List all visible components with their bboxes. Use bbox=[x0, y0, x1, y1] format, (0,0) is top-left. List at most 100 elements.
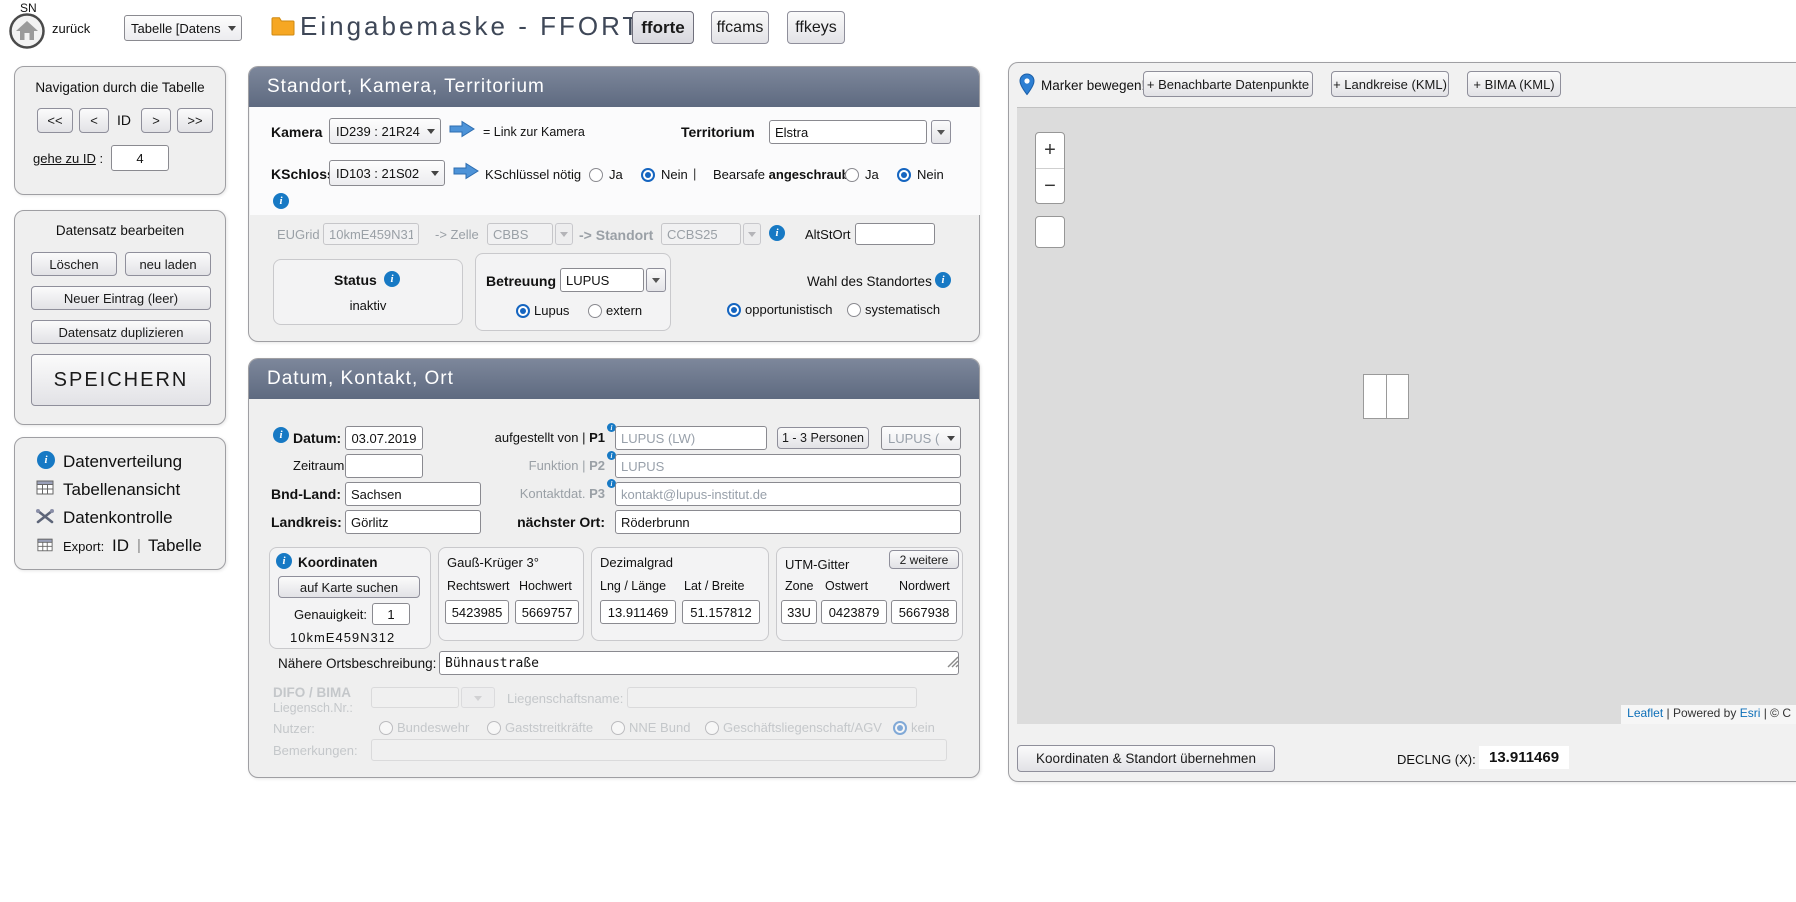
leaflet-link[interactable]: Leaflet bbox=[1627, 706, 1663, 720]
p2-input[interactable] bbox=[615, 454, 961, 478]
opportunistisch-radio[interactable] bbox=[727, 303, 741, 317]
beschreibung-input[interactable] bbox=[439, 651, 959, 675]
kschloss-label: KSchloss bbox=[271, 166, 335, 182]
app-tab-fforte[interactable]: fforte bbox=[632, 11, 694, 44]
zeitraum-input[interactable] bbox=[345, 454, 423, 478]
p1-select[interactable]: LUPUS (LW bbox=[881, 426, 961, 450]
genauigkeit-input[interactable] bbox=[372, 603, 410, 625]
p1-input[interactable] bbox=[615, 426, 767, 450]
betreuung-dropdown-button[interactable] bbox=[646, 268, 666, 292]
territorium-input[interactable] bbox=[769, 120, 927, 144]
map-marker-placeholder[interactable] bbox=[1363, 374, 1409, 419]
info-icon[interactable] bbox=[384, 271, 400, 287]
info-icon[interactable] bbox=[769, 225, 785, 241]
neighbors-button[interactable]: + Benachbarte Datenpunkte bbox=[1143, 71, 1313, 97]
rechtswert-input[interactable] bbox=[445, 600, 509, 624]
esri-link[interactable]: Esri bbox=[1740, 706, 1761, 720]
home-icon[interactable] bbox=[8, 12, 46, 55]
nordwert-input[interactable] bbox=[891, 600, 957, 624]
link-arrow-icon[interactable] bbox=[453, 162, 479, 185]
zone-input[interactable] bbox=[781, 600, 817, 624]
gaststreitkraefte-radio-label: Gaststreitkräfte bbox=[505, 720, 593, 735]
link-arrow-icon[interactable] bbox=[449, 120, 475, 143]
declng-label: DECLNG (X): bbox=[1397, 752, 1476, 767]
kschluessel-nein-radio[interactable] bbox=[641, 168, 655, 182]
hochwert-input[interactable] bbox=[515, 600, 579, 624]
info-icon[interactable] bbox=[273, 427, 289, 443]
hochwert-label: Hochwert bbox=[519, 579, 572, 593]
karte-suchen-button[interactable]: auf Karte suchen bbox=[278, 576, 420, 598]
goto-id-input[interactable] bbox=[111, 145, 169, 171]
altstort-input[interactable] bbox=[855, 223, 935, 245]
systematisch-radio[interactable] bbox=[847, 303, 861, 317]
goto-id-link[interactable]: gehe zu ID : bbox=[33, 151, 103, 166]
link-datenkontrolle[interactable]: Datenkontrolle bbox=[63, 508, 173, 528]
nav-prev-button[interactable]: < bbox=[79, 108, 109, 133]
attribution-text: | Powered by bbox=[1663, 706, 1740, 720]
new-entry-button[interactable]: Neuer Eintrag (leer) bbox=[31, 286, 211, 310]
kein-radio bbox=[893, 721, 907, 735]
nav-next-button[interactable]: > bbox=[141, 108, 171, 133]
kamera-select[interactable]: ID239 : 21R24 bbox=[329, 118, 441, 144]
page-title: Eingabemaske - FFORTE bbox=[300, 11, 662, 42]
ostwert-input[interactable] bbox=[821, 600, 887, 624]
goto-id-link-text[interactable]: gehe zu ID bbox=[33, 151, 96, 166]
info-icon[interactable] bbox=[276, 553, 292, 569]
extern-radio[interactable] bbox=[588, 304, 602, 318]
datum-input[interactable] bbox=[345, 426, 423, 450]
nav-last-button[interactable]: >> bbox=[177, 108, 213, 133]
utm-box: UTM-Gitter 2 weitere Zone Ostwert Nordwe… bbox=[776, 547, 963, 641]
zoom-out-button[interactable]: − bbox=[1036, 169, 1064, 203]
reload-button[interactable]: neu laden bbox=[125, 252, 211, 276]
table-select-value: Tabelle [Datens bbox=[131, 21, 221, 36]
app-tab-ffcams[interactable]: ffcams bbox=[711, 11, 769, 44]
dezimalgrad-title: Dezimalgrad bbox=[600, 555, 673, 570]
rechtswert-label: Rechtswert bbox=[447, 579, 510, 593]
back-link[interactable]: zurück bbox=[52, 21, 90, 36]
map-layers-control[interactable] bbox=[1035, 216, 1065, 248]
p3-input[interactable] bbox=[615, 482, 961, 506]
duplicate-button[interactable]: Datensatz duplizieren bbox=[31, 320, 211, 344]
grid-ref-label: 10kmE459N312 bbox=[290, 630, 395, 645]
divider bbox=[1386, 375, 1387, 418]
kschluessel-ja-radio[interactable] bbox=[589, 168, 603, 182]
info-icon[interactable] bbox=[935, 272, 951, 288]
aufgestellt-label: aufgestellt von | P1 bbox=[481, 430, 605, 445]
map-canvas[interactable]: + − Leaflet | Powered by Esri | © C bbox=[1017, 107, 1796, 724]
utm-more-button[interactable]: 2 weitere bbox=[889, 550, 959, 569]
export-tabelle-link[interactable]: Tabelle bbox=[148, 536, 202, 556]
landkreis-input[interactable] bbox=[345, 510, 481, 534]
resize-grip-icon[interactable] bbox=[947, 655, 959, 673]
save-button[interactable]: SPEICHERN bbox=[31, 354, 211, 406]
link-datenverteilung[interactable]: Datenverteilung bbox=[63, 452, 182, 472]
table-select[interactable]: Tabelle [Datens bbox=[124, 15, 242, 41]
territorium-dropdown-button[interactable] bbox=[931, 120, 951, 144]
nutzer-label: Nutzer: bbox=[273, 721, 315, 736]
bima-kml-button[interactable]: + BIMA (KML) bbox=[1467, 71, 1561, 97]
info-icon[interactable] bbox=[273, 193, 289, 209]
lat-input[interactable] bbox=[682, 600, 760, 624]
export-id-link[interactable]: ID bbox=[112, 536, 129, 556]
liegensch-nr-input bbox=[371, 687, 459, 708]
nav-first-button[interactable]: << bbox=[37, 108, 73, 133]
kschloss-select[interactable]: ID103 : 21S02 bbox=[329, 160, 445, 186]
nne-bund-radio bbox=[611, 721, 625, 735]
page: SN zurück Tabelle [Datens Eingabemaske -… bbox=[0, 0, 1796, 902]
links-panel: Datenverteilung Tabellenansicht Datenkon… bbox=[14, 437, 226, 570]
lupus-radio[interactable] bbox=[516, 304, 530, 318]
bearsafe-nein-radio[interactable] bbox=[897, 168, 911, 182]
zoom-in-button[interactable]: + bbox=[1036, 133, 1064, 168]
betreuung-input[interactable] bbox=[560, 268, 644, 292]
delete-button[interactable]: Löschen bbox=[31, 252, 117, 276]
app-tab-ffkeys[interactable]: ffkeys bbox=[787, 11, 845, 44]
ort-input[interactable] bbox=[615, 510, 961, 534]
geschaeftsliegenschaft-radio-label: Geschäftsliegenschaft/AGV bbox=[723, 720, 882, 735]
bearsafe-ja-radio[interactable] bbox=[845, 168, 859, 182]
apply-coordinates-button[interactable]: Koordinaten & Standort übernehmen bbox=[1017, 745, 1275, 772]
personen-button[interactable]: 1 - 3 Personen bbox=[777, 427, 869, 449]
landkreise-kml-button[interactable]: + Landkreise (KML) bbox=[1331, 71, 1449, 97]
chevron-down-icon bbox=[228, 26, 236, 35]
lng-input[interactable] bbox=[600, 600, 676, 624]
link-tabellenansicht[interactable]: Tabellenansicht bbox=[63, 480, 180, 500]
bndland-input[interactable] bbox=[345, 482, 481, 506]
